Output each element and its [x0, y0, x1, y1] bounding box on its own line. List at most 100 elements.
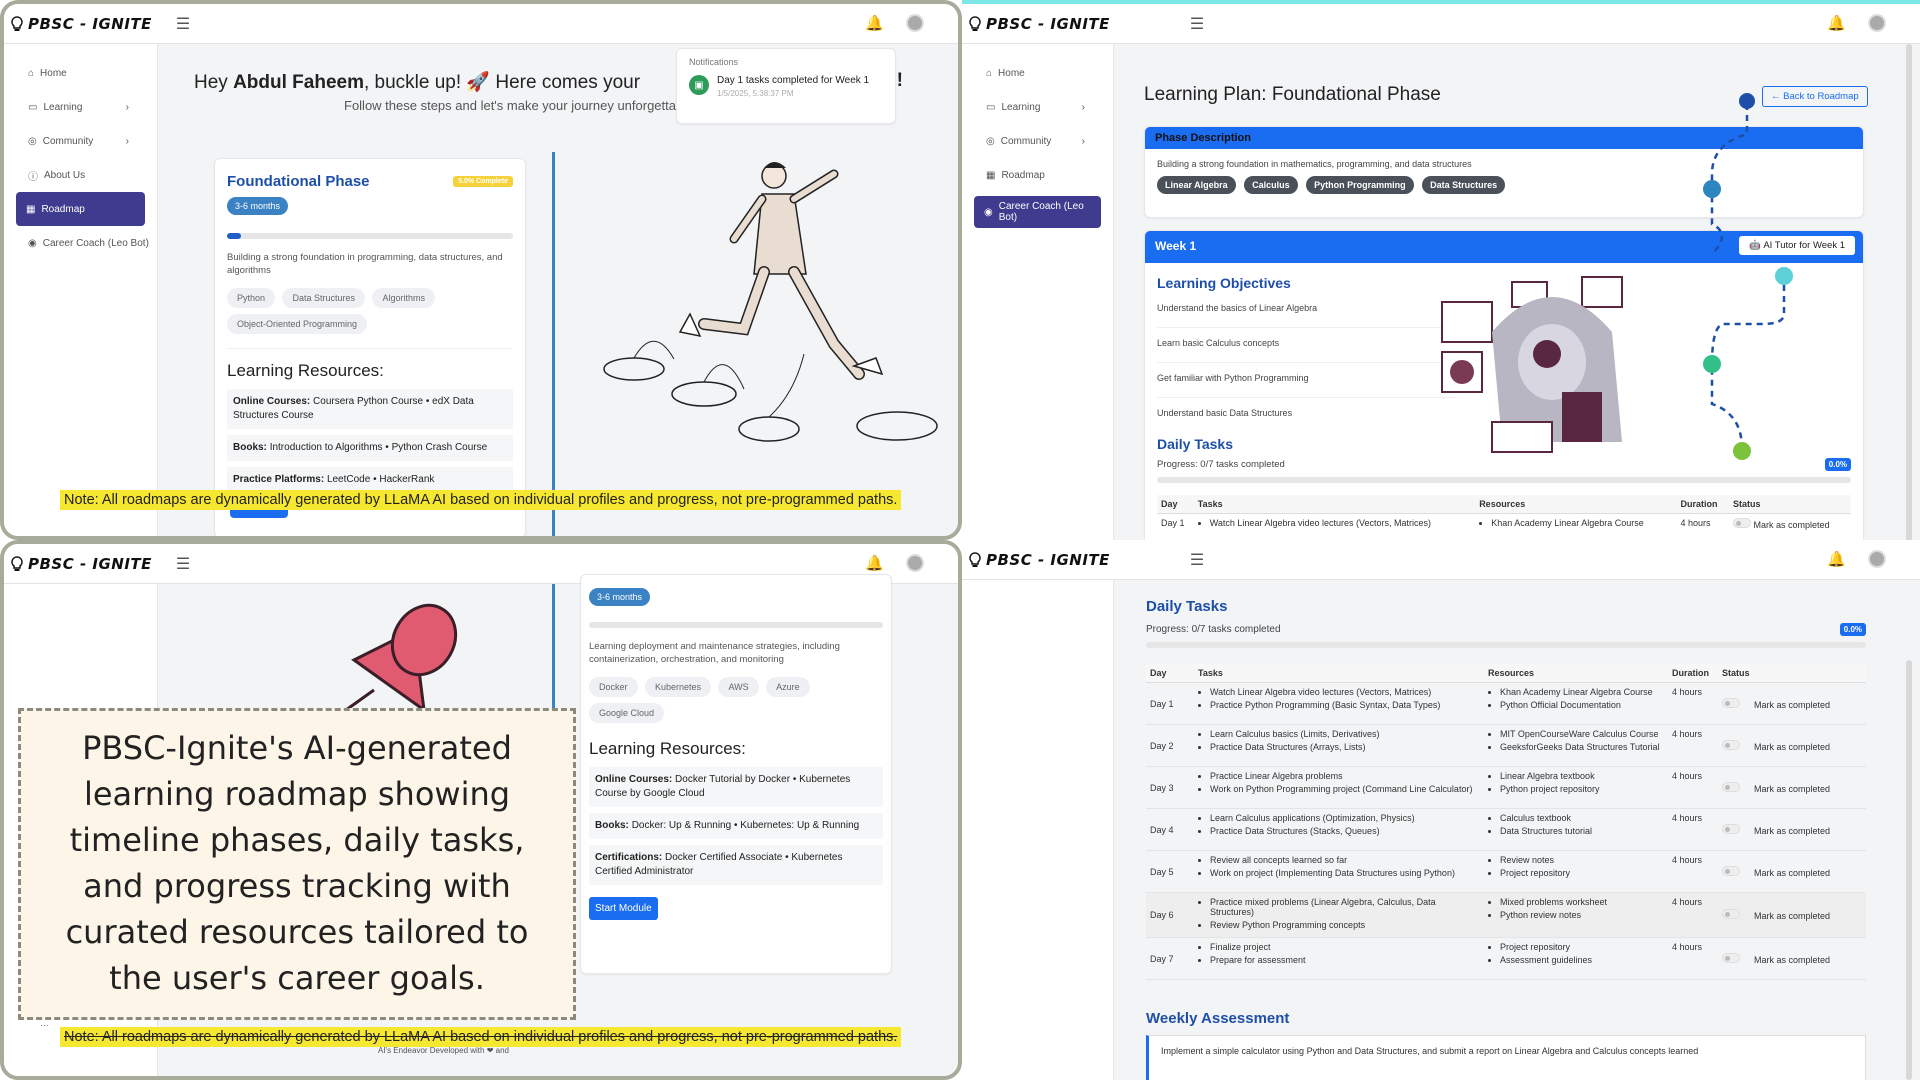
brand-logo[interactable]: PBSC - IGNITE [10, 555, 152, 573]
resource-item: Khan Academy Linear Algebra Course [1491, 518, 1672, 528]
sidebar-item-learning[interactable]: ▭ Learning › [962, 90, 1113, 124]
greeting-heading: Hey Abdul Faheem, buckle up! 🚀 Here come… [194, 70, 640, 94]
status-label: Mark as completed [1754, 911, 1831, 921]
notification-item[interactable]: ▣ Day 1 tasks completed for Week 1 1/5/2… [689, 75, 883, 98]
table-row: Day 1 Watch Linear Algebra video lecture… [1157, 513, 1851, 540]
brand-logo[interactable]: PBSC - IGNITE [968, 551, 1110, 569]
sidebar-item-career-coach[interactable]: ◉ Career Coach (Leo Bot) [974, 196, 1101, 228]
sidebar-item-home[interactable]: ⌂ Home [962, 56, 1113, 90]
objective-item: Learn basic Calculus concepts [1157, 328, 1457, 363]
skill-chip: Azure [766, 676, 810, 697]
footer-text: AI's Endeavor Developed with ❤ and [378, 1046, 509, 1055]
sidebar-item-label: Roadmap [1001, 169, 1045, 181]
avatar[interactable] [1868, 14, 1886, 32]
phase-card: 3-6 months Learning deployment and maint… [580, 574, 892, 974]
col-duration: Duration [1668, 664, 1718, 683]
bell-icon[interactable]: 🔔 [1827, 14, 1846, 32]
avatar[interactable] [906, 14, 924, 32]
objective-item: Get familiar with Python Programming [1157, 363, 1457, 398]
status-toggle[interactable] [1722, 865, 1740, 876]
duration-cell: 4 hours [1668, 892, 1718, 938]
daily-progress-bar [1146, 642, 1866, 648]
sidebar-item-community[interactable]: ◎ Community › [962, 124, 1113, 158]
resources-cell: Project repository Assessment guidelines [1484, 937, 1668, 980]
menu-toggle-icon[interactable]: ☰ [1190, 550, 1204, 570]
brand-logo[interactable]: PBSC - IGNITE [968, 15, 1110, 33]
sidebar-item-label: Learning [1001, 101, 1041, 113]
sidebar-item-about[interactable]: ⓘ About Us [4, 158, 157, 192]
sidebar-item-career-coach[interactable]: ◉ Career Coach (Leo Bot) [4, 226, 157, 260]
start-module-button[interactable]: Start Module [589, 896, 658, 920]
resource-item: Practice Platforms: LeetCode • HackerRan… [227, 466, 513, 493]
brand-logo[interactable]: PBSC - IGNITE [10, 15, 152, 33]
home-icon: ⌂ [986, 67, 993, 79]
notification-time: 1/5/2025, 5:38:37 PM [717, 89, 794, 98]
scrollbar[interactable] [1906, 660, 1912, 1080]
duration-pill-wrap: 3-6 months [227, 196, 513, 215]
timeline-line [552, 152, 555, 536]
resources-cell: MIT OpenCourseWare Calculus Course Geeksf… [1484, 724, 1668, 767]
users-icon: ◎ [986, 135, 995, 147]
scrollbar[interactable] [1906, 44, 1912, 540]
status-toggle[interactable] [1722, 823, 1740, 834]
resource-text: Introduction to Algorithms • Python Cras… [269, 441, 488, 453]
map-icon: ▦ [26, 203, 36, 215]
sidebar-item-community[interactable]: ◎ Community › [4, 124, 157, 158]
task-item: Prepare for assessment [1210, 955, 1480, 965]
sidebar-item-home[interactable]: ⌂ Home [4, 56, 157, 90]
table-row: Day 5 Review all concepts learned so far W… [1146, 850, 1866, 893]
status-toggle[interactable] [1722, 952, 1740, 963]
duration-cell: 4 hours [1668, 766, 1718, 809]
header-label: Phase Description [1155, 132, 1251, 144]
users-icon: ◎ [28, 135, 37, 147]
col-tasks: Tasks [1193, 495, 1476, 514]
status-cell: Mark as completed [1718, 892, 1866, 938]
hidden-button-edge[interactable] [230, 510, 288, 518]
status-toggle[interactable] [1733, 518, 1752, 528]
task-item: Review Python Programming concepts [1210, 920, 1480, 930]
col-day: Day [1157, 495, 1194, 514]
avatar[interactable] [906, 554, 924, 572]
tasks-cell: Learn Calculus basics (Limits, Derivativ… [1194, 724, 1484, 767]
status-toggle[interactable] [1722, 781, 1740, 792]
skill-chip: Docker [589, 676, 638, 697]
status-toggle[interactable] [1722, 909, 1740, 919]
sidebar-item-roadmap[interactable]: ▦ Roadmap [16, 192, 145, 226]
menu-toggle-icon[interactable]: ☰ [1190, 14, 1204, 34]
sidebar-item-learning[interactable]: ▭ Learning › [4, 90, 157, 124]
table-row: Day 1 Watch Linear Algebra video lectures… [1146, 682, 1866, 725]
week-title: Week 1 [1155, 239, 1197, 253]
status-label: Mark as completed [1754, 783, 1831, 794]
status-label: Mark as completed [1754, 867, 1831, 878]
greeting-pre: Hey [194, 72, 234, 93]
bell-icon[interactable]: 🔔 [865, 14, 884, 32]
sidebar-item-label: Home [998, 67, 1025, 79]
roadmap-note-banner: Note: All roadmaps are dynamically gener… [60, 1027, 902, 1047]
col-resources: Resources [1475, 495, 1677, 514]
resource-item: Online Courses: Coursera Python Course •… [227, 388, 513, 429]
bell-icon[interactable]: 🔔 [1827, 550, 1846, 568]
dashboard-panel: PBSC - IGNITE ☰ 🔔 ⌂ Home ▭ Learning › ◎ Comm… [0, 0, 962, 540]
sidebar-item-roadmap[interactable]: ▦ Roadmap [962, 158, 1113, 192]
col-duration: Duration [1676, 495, 1730, 514]
table-row: Day 2 Learn Calculus basics (Limits, Deri… [1146, 724, 1866, 767]
status-toggle[interactable] [1722, 697, 1740, 708]
resource-label: Books: [233, 441, 267, 453]
avatar[interactable] [1868, 550, 1886, 568]
task-item: Learn Calculus applications (Optimizatio… [1210, 813, 1480, 823]
resource-label: Certifications: [595, 851, 663, 863]
resource-item: GeeksforGeeks Data Structures Tutorial [1500, 742, 1664, 752]
status-cell: Mark as completed [1718, 937, 1866, 980]
menu-toggle-icon[interactable]: ☰ [176, 14, 190, 34]
task-item: Watch Linear Algebra video lectures (Vec… [1210, 687, 1480, 697]
learning-plan-panel: PBSC - IGNITE ☰ 🔔 ⌂ Home ▭ Learning › ◎ Comm… [962, 0, 1920, 540]
table-row: Day 6 Practice mixed problems (Linear Alg… [1146, 892, 1866, 938]
duration-cell: 4 hours [1668, 937, 1718, 980]
skill-chips: Docker Kubernetes AWS Azure Google Cloud [589, 676, 883, 729]
sidebar [962, 580, 1114, 1080]
caption-text: PBSC-Ignite's AI-generated learning road… [65, 729, 529, 997]
bell-icon[interactable]: 🔔 [865, 554, 884, 572]
status-toggle[interactable] [1722, 739, 1740, 750]
menu-toggle-icon[interactable]: ☰ [176, 554, 190, 574]
skill-chip: Algorithms [372, 287, 435, 308]
